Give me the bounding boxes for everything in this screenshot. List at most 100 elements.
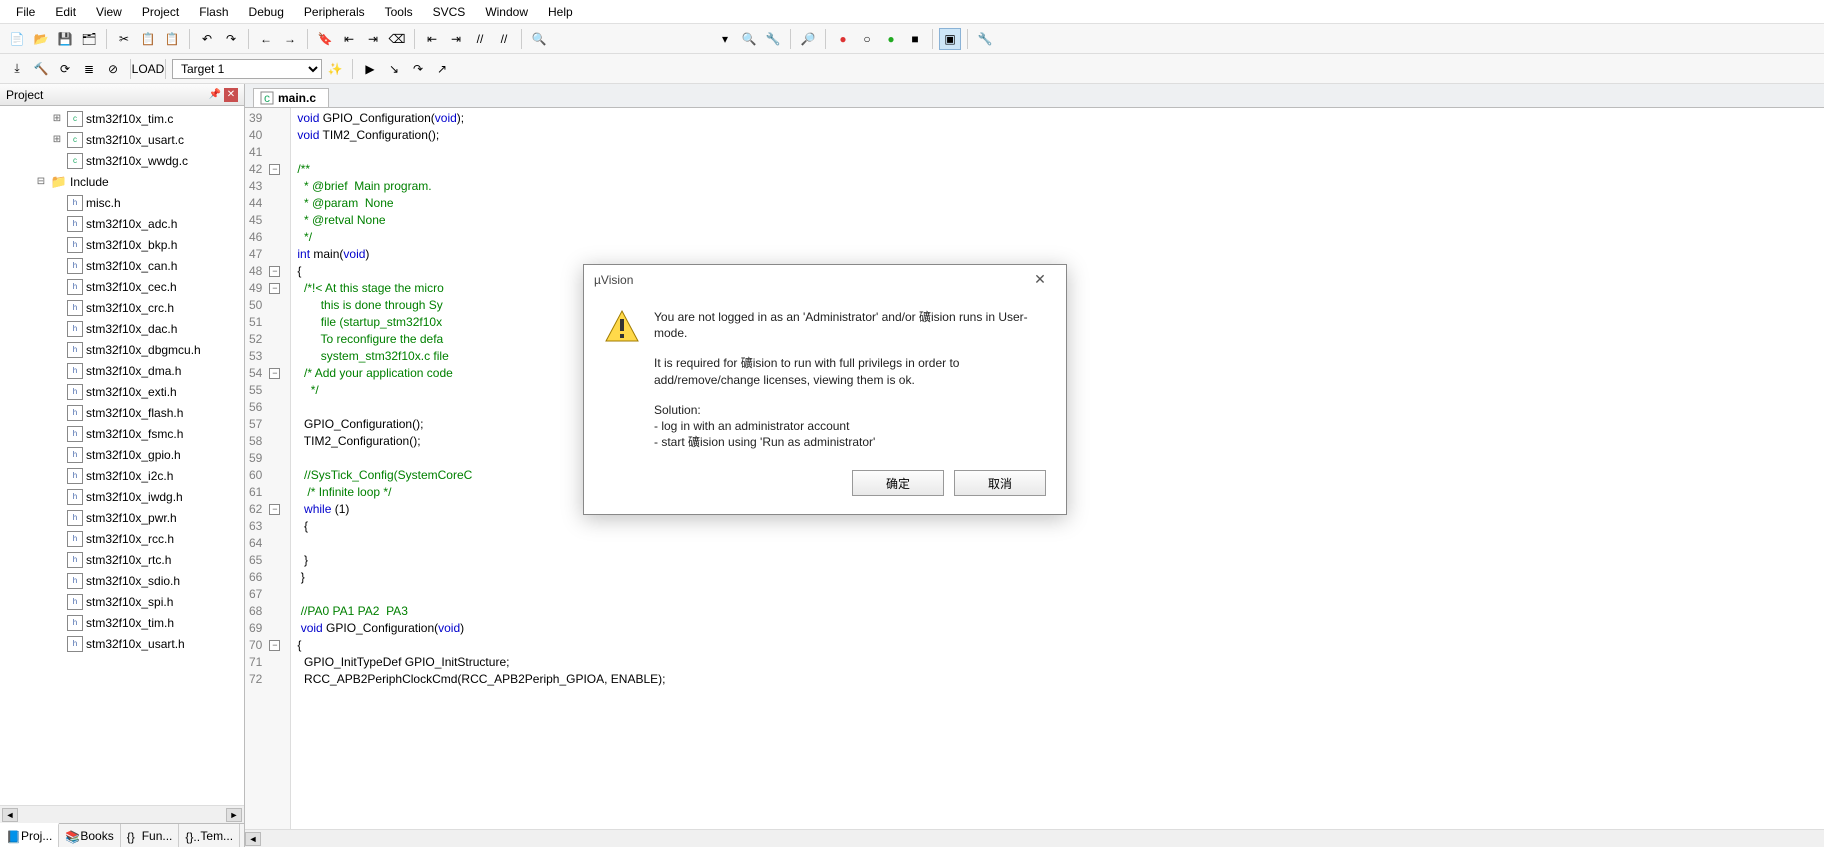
indent-button[interactable]: ⇥: [445, 28, 467, 50]
tree-item[interactable]: hstm32f10x_flash.h: [2, 402, 244, 423]
open-button[interactable]: 📂: [30, 28, 52, 50]
uncomment-button[interactable]: //: [493, 28, 515, 50]
undo-button[interactable]: ↶: [196, 28, 218, 50]
source-line[interactable]: */: [297, 229, 665, 246]
tree-item[interactable]: ⊞cstm32f10x_usart.c: [2, 129, 244, 150]
bm-clear-button[interactable]: ⌫: [386, 28, 408, 50]
menu-window[interactable]: Window: [475, 2, 538, 22]
source-line[interactable]: void GPIO_Configuration(void);: [297, 110, 665, 127]
menu-project[interactable]: Project: [132, 2, 189, 22]
menu-help[interactable]: Help: [538, 2, 583, 22]
tree-item[interactable]: hstm32f10x_dbgmcu.h: [2, 339, 244, 360]
source-line[interactable]: [297, 144, 665, 161]
tree-item[interactable]: cstm32f10x_wwdg.c: [2, 150, 244, 171]
source-line[interactable]: /**: [297, 161, 665, 178]
fold-minus-icon[interactable]: −: [269, 283, 280, 294]
project-tab-tem[interactable]: {}..Tem...: [179, 824, 240, 847]
editor-tab-main[interactable]: c main.c: [253, 88, 329, 107]
paste-button[interactable]: 📋: [161, 28, 183, 50]
nav-fwd-button[interactable]: →: [279, 28, 301, 50]
fold-minus-icon[interactable]: −: [269, 368, 280, 379]
load-button[interactable]: LOAD: [137, 58, 159, 80]
source-line[interactable]: [297, 586, 665, 603]
tree-twisty-icon[interactable]: ⊞: [50, 113, 64, 124]
scroll-left-icon[interactable]: ◄: [245, 832, 261, 846]
source-line[interactable]: * @brief Main program.: [297, 178, 665, 195]
tree-item[interactable]: hstm32f10x_iwdg.h: [2, 486, 244, 507]
menu-svcs[interactable]: SVCS: [423, 2, 476, 22]
source-line[interactable]: //PA0 PA1 PA2 PA3: [297, 603, 665, 620]
source-line[interactable]: void TIM2_Configuration();: [297, 127, 665, 144]
tree-item[interactable]: ⊞cstm32f10x_tim.c: [2, 108, 244, 129]
tree-item[interactable]: hstm32f10x_exti.h: [2, 381, 244, 402]
source-line[interactable]: [297, 535, 665, 552]
zoom-button[interactable]: 🔎: [797, 28, 819, 50]
dropdown-field-button[interactable]: ▾: [714, 28, 736, 50]
stop-button[interactable]: ⊘: [102, 58, 124, 80]
project-tab-proj[interactable]: 📘Proj...: [0, 823, 59, 847]
save-button[interactable]: 💾: [54, 28, 76, 50]
tree-item[interactable]: hstm32f10x_rtc.h: [2, 549, 244, 570]
source-line[interactable]: * @param None: [297, 195, 665, 212]
tree-item[interactable]: hstm32f10x_fsmc.h: [2, 423, 244, 444]
options-button[interactable]: ✨: [324, 58, 346, 80]
outdent-button[interactable]: ⇤: [421, 28, 443, 50]
tree-item[interactable]: hstm32f10x_adc.h: [2, 213, 244, 234]
rec-green-button[interactable]: ●: [880, 28, 902, 50]
scroll-right-icon[interactable]: ►: [226, 808, 242, 822]
build-button[interactable]: 🔨: [30, 58, 52, 80]
copy-button[interactable]: 📋: [137, 28, 159, 50]
source-line[interactable]: {: [297, 518, 665, 535]
menu-debug[interactable]: Debug: [239, 2, 294, 22]
tree-item[interactable]: hstm32f10x_usart.h: [2, 633, 244, 654]
debug-out-button[interactable]: ↗: [431, 58, 453, 80]
menu-file[interactable]: File: [6, 2, 45, 22]
tree-item[interactable]: hstm32f10x_rcc.h: [2, 528, 244, 549]
dialog-close-button[interactable]: ✕: [1024, 268, 1056, 292]
rec-red-button[interactable]: ●: [832, 28, 854, 50]
translate-button[interactable]: ⤓: [6, 58, 28, 80]
project-tree[interactable]: ⊞cstm32f10x_tim.c⊞cstm32f10x_usart.ccstm…: [0, 106, 244, 805]
source-line[interactable]: }: [297, 552, 665, 569]
tree-item[interactable]: hstm32f10x_spi.h: [2, 591, 244, 612]
menu-tools[interactable]: Tools: [375, 2, 423, 22]
menu-edit[interactable]: Edit: [45, 2, 86, 22]
tree-item[interactable]: hstm32f10x_tim.h: [2, 612, 244, 633]
source-line[interactable]: * @retval None: [297, 212, 665, 229]
tree-item[interactable]: ⊟📁Include: [2, 171, 244, 192]
batch-button[interactable]: ≣: [78, 58, 100, 80]
tree-item[interactable]: hstm32f10x_gpio.h: [2, 444, 244, 465]
dialog-titlebar[interactable]: µVision ✕: [584, 265, 1066, 295]
dialog-ok-button[interactable]: 确定: [852, 470, 944, 496]
scroll-left-icon[interactable]: ◄: [2, 808, 18, 822]
bm-next-button[interactable]: ⇥: [362, 28, 384, 50]
fold-minus-icon[interactable]: −: [269, 640, 280, 651]
target-select[interactable]: Target 1: [172, 59, 322, 79]
menu-view[interactable]: View: [86, 2, 132, 22]
tree-item[interactable]: hstm32f10x_i2c.h: [2, 465, 244, 486]
tree-item[interactable]: hmisc.h: [2, 192, 244, 213]
tree-twisty-icon[interactable]: ⊞: [50, 134, 64, 145]
menu-flash[interactable]: Flash: [189, 2, 238, 22]
rebuild-button[interactable]: ⟳: [54, 58, 76, 80]
tree-item[interactable]: hstm32f10x_pwr.h: [2, 507, 244, 528]
source-line[interactable]: {: [297, 637, 665, 654]
close-panel-button[interactable]: ✕: [224, 88, 238, 102]
pin-icon[interactable]: 📌: [208, 88, 222, 102]
source-line[interactable]: }: [297, 569, 665, 586]
bookmark-button[interactable]: 🔖: [314, 28, 336, 50]
tree-twisty-icon[interactable]: ⊟: [34, 176, 48, 187]
comment-button[interactable]: //: [469, 28, 491, 50]
cut-button[interactable]: ✂: [113, 28, 135, 50]
menu-peripherals[interactable]: Peripherals: [294, 2, 375, 22]
tree-item[interactable]: hstm32f10x_can.h: [2, 255, 244, 276]
wrench-button[interactable]: 🔧: [974, 28, 996, 50]
debug-step-button[interactable]: ↘: [383, 58, 405, 80]
tree-item[interactable]: hstm32f10x_sdio.h: [2, 570, 244, 591]
editor-hscroll[interactable]: ◄: [245, 829, 1824, 847]
source-line[interactable]: RCC_APB2PeriphClockCmd(RCC_APB2Periph_GP…: [297, 671, 665, 688]
find-button[interactable]: 🔍: [738, 28, 760, 50]
tree-item[interactable]: hstm32f10x_dma.h: [2, 360, 244, 381]
source-line[interactable]: void GPIO_Configuration(void): [297, 620, 665, 637]
project-tab-fun[interactable]: {}Fun...: [121, 824, 180, 847]
